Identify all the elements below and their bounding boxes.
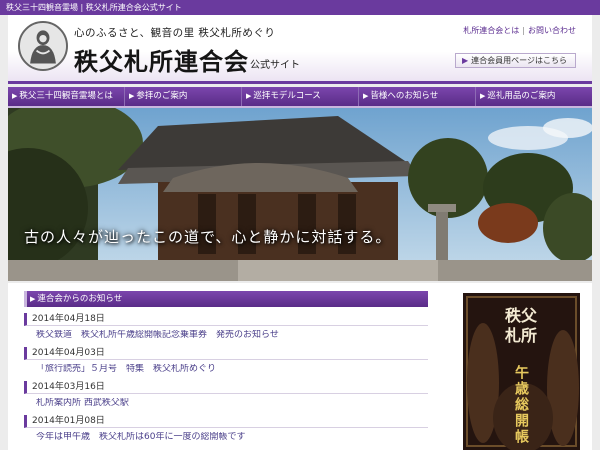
nav-label: 巡礼用品のご案内 [487,91,556,101]
site-title[interactable]: 秩父札所連合会 [74,42,249,77]
triangle-right-icon: ▶ [246,92,252,100]
page: 秩父三十四観音霊場 | 秩父札所連合会公式サイト 心のふるさと、観音の里 秩父札… [0,0,600,450]
nav-label: 秩父三十四観音霊場とは [19,91,113,101]
news-link[interactable]: 今年は甲午歳 秩父札所は60年に一度の総開帳です [24,432,428,443]
link-about[interactable]: 札所連合会とは [463,26,519,35]
nav-label: 皆様へのお知らせ [370,91,439,101]
news-date: 2014年04月03日 [24,347,428,360]
nav-item-notices[interactable]: ▶ 皆様へのお知らせ [359,87,476,106]
kaicho-poster-banner[interactable]: 秩父 札所 午歳総開帳 [463,293,580,450]
triangle-right-icon: ▶ [363,92,369,100]
top-strip: 秩父三十四観音霊場 | 秩父札所連合会公式サイト [0,0,600,15]
nav-item-model-course[interactable]: ▶ 巡拝モデルコース [242,87,359,106]
header-links: 札所連合会とは | お問い合わせ [463,25,576,36]
nav-item-visit-guide[interactable]: ▶ 参拝のご案内 [125,87,242,106]
news-link[interactable]: 「旅行読売」５月号 特集 秩父札所めぐり [24,364,428,375]
link-contact[interactable]: お問い合わせ [528,26,576,35]
news-heading: ▶ 連合会からのお知らせ [24,291,428,307]
main-nav: ▶ 秩父三十四観音霊場とは ▶ 参拝のご案内 ▶ 巡拝モデルコース ▶ 皆様へのお知らせ… [8,87,592,106]
site-tagline: 心のふるさと、観音の里 秩父札所めぐり [74,27,276,39]
hero-image: 古の人々が辿ったこの道で、心と静かに対話する。 [8,108,592,281]
nav-item-about-pilgrimage[interactable]: ▶ 秩父三十四観音霊場とは [8,87,125,106]
poster-line2: 札所 [504,326,537,345]
nav-label: 巡拝モデルコース [253,91,321,101]
triangle-right-icon: ▶ [30,295,36,303]
news-link[interactable]: 札所案内所 西武秩父駅 [24,398,428,409]
member-page-button[interactable]: ▶ 連合会員用ページはこちら [455,53,576,68]
triangle-right-icon: ▶ [480,92,486,100]
triangle-right-icon: ▶ [462,56,469,65]
news-section: ▶ 連合会からのお知らせ 2014年04月18日 秩父鉄道 秩父札所午歳総開帳記念… [24,291,428,443]
site-title-sub: 公式サイト [250,60,300,71]
triangle-right-icon: ▶ [12,92,18,100]
news-heading-label: 連合会からのお知らせ [37,294,123,304]
site-header: 心のふるさと、観音の里 秩父札所めぐり 秩父札所連合会 公式サイト 札所連合会と… [8,15,592,84]
news-link[interactable]: 秩父鉄道 秩父札所午歳総開帳記念乗車券 発売のお知らせ [24,330,428,341]
link-separator: | [522,26,525,35]
nav-item-pilgrim-goods[interactable]: ▶ 巡礼用品のご案内 [476,87,592,106]
kannon-logo-icon[interactable] [18,21,68,71]
main-content: ▶ 連合会からのお知らせ 2014年04月18日 秩父鉄道 秩父札所午歳総開帳記念… [8,283,592,450]
member-page-label: 連合会員用ページはこちら [471,56,567,65]
news-date: 2014年01月08日 [24,415,428,428]
poster-line1: 秩父 [505,306,538,325]
news-date: 2014年03月16日 [24,381,428,394]
hero-caption: 古の人々が辿ったこの道で、心と静かに対話する。 [24,228,392,246]
news-date: 2014年04月18日 [24,313,428,326]
triangle-right-icon: ▶ [129,92,135,100]
poster-main-text: 午歳総開帳 [513,364,529,445]
nav-label: 参拝のご案内 [136,91,188,101]
